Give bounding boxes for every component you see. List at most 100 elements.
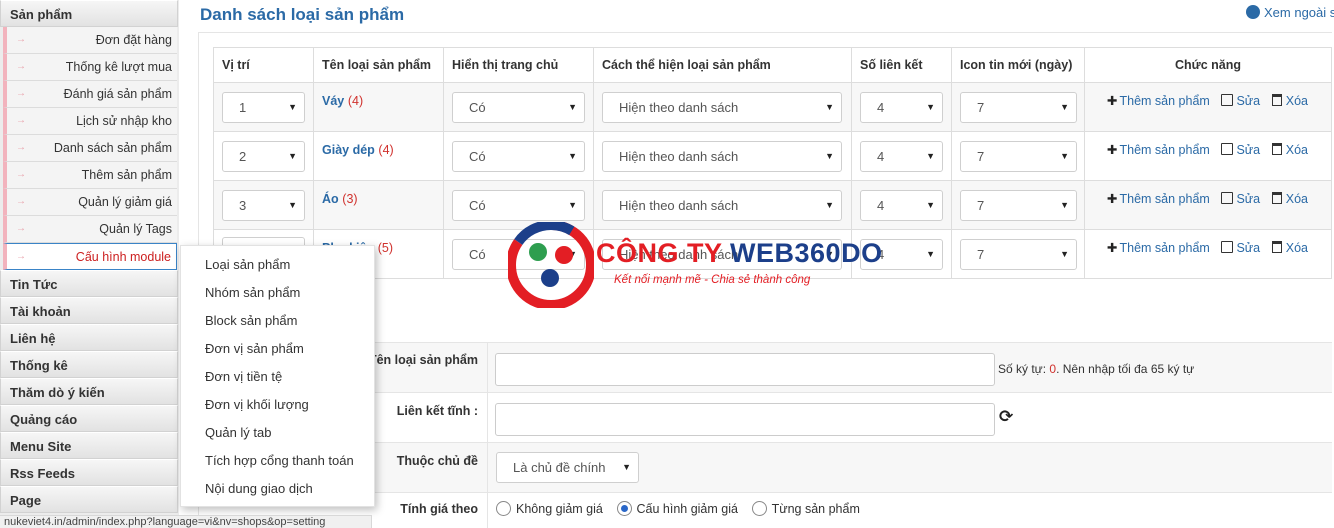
delete-button[interactable]: Xóa <box>1271 94 1308 108</box>
category-name-link[interactable]: Áo <box>322 192 339 206</box>
form-row-parent: Thuộc chủ đề Là chủ đề chính ▼ <box>213 442 1332 492</box>
sidebar-section-page[interactable]: Page <box>0 486 178 513</box>
submenu-item-transactions[interactable]: Nội dung giao dịch <box>181 475 374 503</box>
table-header-row: Vị trí Tên loại sản phẩm Hiển thị trang … <box>213 47 1332 83</box>
hint-prefix: Số ký tự: <box>998 362 1050 376</box>
submenu-item-units[interactable]: Đơn vị sản phẩm <box>181 335 374 363</box>
submenu-item-categories[interactable]: Loại sản phẩm <box>181 251 374 279</box>
view-site-label: Xem ngoài si <box>1264 5 1334 20</box>
table-row: 2 ▼ Giày dép (4) Có ▼ Hiện theo danh sách ▼… <box>213 131 1332 181</box>
homepage-select[interactable]: Có ▼ <box>452 140 585 172</box>
sidebar-item-purchase-stats[interactable]: → Thống kê lượt mua <box>3 54 177 81</box>
sidebar-item-tags[interactable]: → Quản lý Tags <box>3 216 177 243</box>
delete-button[interactable]: Xóa <box>1271 143 1308 157</box>
category-name-link[interactable]: Váy <box>322 94 344 108</box>
divider <box>487 443 488 492</box>
sidebar-section-polls[interactable]: Thăm dò ý kiến <box>0 378 178 405</box>
submenu-item-weight[interactable]: Đơn vị khối lượng <box>181 391 374 419</box>
position-select[interactable]: 3 ▼ <box>222 189 305 221</box>
sidebar-section-rss[interactable]: Rss Feeds <box>0 459 178 486</box>
submenu-item-groups[interactable]: Nhóm sản phẩm <box>181 279 374 307</box>
add-product-button[interactable]: ✚ Thêm sản phẩm <box>1107 241 1210 255</box>
select-value: 4 <box>877 246 885 262</box>
view-site-link[interactable]: Xem ngoài si <box>1246 5 1334 20</box>
links-select[interactable]: 4 ▼ <box>860 238 943 270</box>
radio-button[interactable] <box>616 501 632 516</box>
add-product-button[interactable]: ✚ Thêm sản phẩm <box>1107 94 1210 108</box>
sidebar-section-contact[interactable]: Liên hệ <box>0 324 178 351</box>
links-select[interactable]: 4 ▼ <box>860 91 943 123</box>
select-value: 1 <box>239 99 247 115</box>
links-select[interactable]: 4 ▼ <box>860 189 943 221</box>
select-value: Hiện theo danh sách <box>619 197 739 213</box>
sidebar-item-label: Quản lý giảm giá <box>78 195 172 209</box>
select-value: 4 <box>877 99 885 115</box>
edit-button[interactable]: Sửa <box>1221 94 1260 108</box>
alias-input[interactable] <box>495 403 995 436</box>
sidebar-item-add-product[interactable]: → Thêm sản phẩm <box>3 162 177 189</box>
radio-button[interactable] <box>751 501 767 516</box>
sidebar-item-orders[interactable]: → Đơn đặt hàng <box>3 27 177 54</box>
submenu-item-blocks[interactable]: Block sản phẩm <box>181 307 374 335</box>
sidebar-section-menu-site[interactable]: Menu Site <box>0 432 178 459</box>
edit-button[interactable]: Sửa <box>1221 241 1260 255</box>
arrow-right-icon: → <box>16 88 26 99</box>
trash-icon <box>1271 241 1282 253</box>
display-mode-select[interactable]: Hiện theo danh sách ▼ <box>602 140 842 172</box>
icon-days-select[interactable]: 7 ▼ <box>960 140 1077 172</box>
icon-days-select[interactable]: 7 ▼ <box>960 189 1077 221</box>
homepage-select[interactable]: Có ▼ <box>452 91 585 123</box>
sidebar-section-ads[interactable]: Quảng cáo <box>0 405 178 432</box>
icon-days-select[interactable]: 7 ▼ <box>960 91 1077 123</box>
sidebar: Sản phẩm → Đơn đặt hàng → Thống kê lượt mu… <box>0 0 179 528</box>
sidebar-section-statistics[interactable]: Thống kê <box>0 351 178 378</box>
caret-down-icon: ▼ <box>825 199 834 210</box>
sidebar-item-stock-history[interactable]: → Lịch sử nhập kho <box>3 108 177 135</box>
column-header: Cách thể hiện loại sản phẩm <box>593 47 852 83</box>
sidebar-item-product-list[interactable]: → Danh sách sản phẩm <box>3 135 177 162</box>
radio-per-product[interactable]: Từng sản phẩm <box>751 501 870 516</box>
trash-icon <box>1271 143 1282 155</box>
edit-button[interactable]: Sửa <box>1221 192 1260 206</box>
homepage-select[interactable]: Có ▼ <box>452 189 585 221</box>
display-mode-select[interactable]: Hiện theo danh sách ▼ <box>602 91 842 123</box>
sidebar-section-accounts[interactable]: Tài khoản <box>0 297 178 324</box>
sidebar-section-products[interactable]: Sản phẩm <box>0 0 178 27</box>
edit-icon <box>1221 94 1234 106</box>
radio-button[interactable] <box>496 501 511 516</box>
select-value: 4 <box>877 197 885 213</box>
submenu-item-payment[interactable]: Tích hợp cổng thanh toán <box>181 447 374 475</box>
select-value: Hiện theo danh sách <box>619 148 739 164</box>
icon-days-select[interactable]: 7 ▼ <box>960 238 1077 270</box>
sidebar-section-news[interactable]: Tin Tức <box>0 270 178 297</box>
submenu-item-currency[interactable]: Đơn vị tiền tệ <box>181 363 374 391</box>
delete-button[interactable]: Xóa <box>1271 241 1308 255</box>
position-select[interactable]: 1 ▼ <box>222 91 305 123</box>
table-row: 1 ▼ Váy (4) Có ▼ Hiện theo danh sách ▼ 4 ▼ 7… <box>213 82 1332 132</box>
submenu-item-tabs[interactable]: Quản lý tab <box>181 419 374 447</box>
sidebar-item-reviews[interactable]: → Đánh giá sản phẩm <box>3 81 177 108</box>
links-select[interactable]: 4 ▼ <box>860 140 943 172</box>
edit-button[interactable]: Sửa <box>1221 143 1260 157</box>
sidebar-item-label: Quản lý Tags <box>99 222 172 236</box>
column-header: Vị trí <box>213 47 314 83</box>
refresh-icon[interactable]: ⟳ <box>999 407 1013 427</box>
radio-no-discount[interactable]: Không giảm giá <box>496 501 613 516</box>
homepage-select[interactable]: Có ▼ <box>452 238 585 270</box>
display-mode-select[interactable]: Hiện theo danh sách ▼ <box>602 189 842 221</box>
caret-down-icon: ▼ <box>288 101 297 112</box>
caret-down-icon: ▼ <box>926 199 935 210</box>
category-name-link[interactable]: Giày dép <box>322 143 375 157</box>
sidebar-item-discounts[interactable]: → Quản lý giảm giá <box>3 189 177 216</box>
radio-config-discount[interactable]: Cấu hình giảm giá <box>616 501 748 516</box>
sidebar-item-module-config[interactable]: → Cấu hình module <box>3 243 177 270</box>
add-product-button[interactable]: ✚ Thêm sản phẩm <box>1107 192 1210 206</box>
position-select[interactable]: 2 ▼ <box>222 140 305 172</box>
display-mode-select[interactable]: Hiện theo danh sách ▼ <box>602 238 842 270</box>
sidebar-item-label: Thêm sản phẩm <box>81 168 172 182</box>
add-product-button[interactable]: ✚ Thêm sản phẩm <box>1107 143 1210 157</box>
caret-down-icon: ▼ <box>825 101 834 112</box>
name-input[interactable] <box>495 353 995 386</box>
delete-button[interactable]: Xóa <box>1271 192 1308 206</box>
parent-select[interactable]: Là chủ đề chính ▼ <box>496 452 639 483</box>
